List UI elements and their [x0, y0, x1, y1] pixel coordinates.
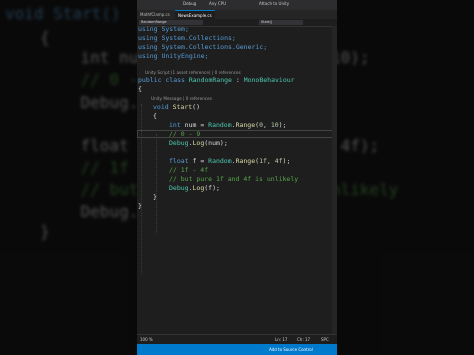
log-method: Log — [192, 139, 205, 147]
comment-range-int: // 0 - 9 — [169, 130, 201, 138]
class-close-brace: } — [138, 202, 142, 210]
using-line: using System.Collections.Generic; — [138, 43, 268, 51]
log-args: (f); — [204, 184, 220, 192]
comment-unlikely: // but pure 1f and 4f is unlikely — [169, 175, 299, 183]
title-bar: Debug Any CPU Attach to Unity — [137, 0, 337, 10]
comma: , — [262, 121, 271, 129]
debug-log-f: Debug.Log(f); — [169, 185, 220, 192]
vertical-scrollbar[interactable] — [332, 26, 337, 334]
void-keyword: void — [153, 103, 169, 111]
method-name: Start — [172, 103, 193, 111]
main-status-bar: Add to Source Control — [137, 344, 337, 355]
log-method: Log — [192, 184, 205, 192]
class-open-brace: { — [138, 85, 142, 93]
random-class: Random — [208, 121, 232, 129]
visual-studio-window: Debug Any CPU Attach to Unity MathfClamp… — [137, 0, 337, 355]
code-editor[interactable]: using System; using System.Collections; … — [137, 26, 337, 334]
attach-unity-button[interactable]: Attach to Unity — [259, 1, 289, 6]
source-control-button[interactable]: Add to Source Control — [269, 347, 313, 352]
indent-guide — [156, 134, 157, 234]
comma: , — [266, 157, 275, 165]
close-paren: ); — [282, 157, 291, 165]
arg-min: 1f — [259, 157, 267, 165]
current-line-highlight — [137, 130, 337, 138]
left-dim-overlay — [0, 0, 137, 355]
config-dropdown[interactable]: Debug — [183, 1, 196, 6]
line-indicator: Ln: 17 — [275, 337, 288, 342]
tab-mathfclamp[interactable]: MathfClamp.cs — [137, 10, 173, 19]
class-name: RandomRange — [188, 76, 232, 84]
right-dim-overlay — [337, 0, 474, 355]
method-codelens[interactable]: Unity Message | 0 references — [151, 96, 212, 101]
random-class: Random — [208, 157, 232, 165]
method-close-brace: } — [153, 193, 157, 201]
comment-range-float: // 1f - 4f — [169, 166, 209, 174]
arg-max: 10 — [270, 121, 279, 129]
debug-log-num: Debug.Log(num); — [169, 140, 228, 147]
float-keyword: float — [169, 157, 189, 165]
debug-class: Debug — [169, 139, 189, 147]
using-line: using System; — [138, 25, 189, 33]
method-declaration: void Start() — [153, 104, 200, 111]
method-params: () — [192, 103, 200, 111]
int-num-line: int num = Random.Range(0, 10); — [169, 122, 286, 129]
log-args: (num); — [204, 139, 228, 147]
tab-bar: MathfClamp.cs NewsExample.cs — [137, 10, 337, 20]
using-line: using System.Collections; — [138, 34, 236, 42]
num-assignment: num = — [180, 121, 209, 129]
nav-member-dropdown[interactable]: Start() — [259, 20, 303, 25]
base-class: MonoBehaviour — [243, 76, 295, 84]
class-codelens[interactable]: Unity Script (1 asset reference) | 0 ref… — [145, 70, 241, 75]
float-f-line: float f = Random.Range(1f, 4f); — [169, 158, 290, 165]
column-indicator: Ch: 17 — [297, 337, 311, 342]
close-paren: ); — [278, 121, 287, 129]
using-line: using UnityEngine; — [138, 52, 209, 60]
range-method: Range — [235, 157, 256, 165]
arg-max: 4f — [274, 157, 283, 165]
method-open-brace: { — [153, 112, 157, 120]
spacing-indicator: SPC — [321, 337, 329, 342]
class-keyword: public class — [138, 76, 185, 84]
class-separator: : — [231, 76, 244, 84]
class-declaration: public class RandomRange : MonoBehaviour — [138, 77, 295, 84]
platform-dropdown[interactable]: Any CPU — [209, 1, 226, 6]
debug-class: Debug — [169, 184, 189, 192]
range-method: Range — [235, 121, 256, 129]
zoom-level[interactable]: 100 % — [140, 337, 153, 342]
f-assignment: f = — [188, 157, 209, 165]
int-keyword: int — [169, 121, 181, 129]
